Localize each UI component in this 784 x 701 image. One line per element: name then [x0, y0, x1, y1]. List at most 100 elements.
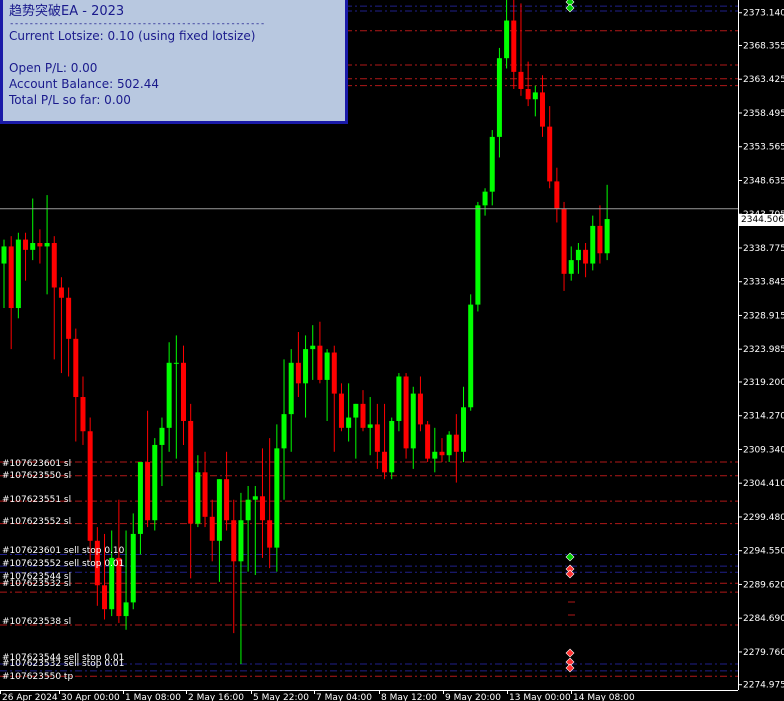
price-tick-label: 2328.915 — [743, 311, 784, 321]
price-tick-label: 2294.550 — [743, 547, 784, 557]
candle-body — [475, 205, 481, 305]
candle-body — [303, 349, 309, 384]
price-tick-label: 2338.775 — [743, 244, 784, 254]
candle-body — [367, 424, 373, 428]
candle-body — [288, 362, 294, 415]
candle-body — [453, 434, 459, 452]
open-pl-text: Open P/L: 0.00 — [9, 61, 98, 75]
candle-body — [166, 362, 172, 428]
candle-body — [15, 239, 21, 309]
candle-body — [1, 246, 7, 264]
price-tick-label: 2274.975 — [743, 681, 784, 691]
candle-body — [518, 71, 524, 89]
candle-body — [446, 434, 452, 456]
candle-body — [360, 403, 366, 428]
candle-body — [30, 243, 36, 250]
candle-body — [525, 88, 531, 100]
candle-body — [482, 191, 488, 206]
price-tick-label: 2284.690 — [743, 614, 784, 624]
candle-body — [331, 352, 337, 394]
price-tick-label: 2323.985 — [743, 345, 784, 355]
total-pl-text: Total P/L so far: 0.00 — [9, 93, 131, 107]
candle-body — [504, 20, 510, 59]
price-tick-label: 2333.845 — [743, 278, 784, 288]
candle-body — [8, 246, 14, 309]
candle-body — [590, 225, 596, 264]
candle-body — [461, 407, 467, 452]
candle-body — [389, 420, 395, 473]
candle-body — [575, 249, 581, 261]
current-price-label: 2344.506 — [739, 214, 784, 226]
candle-body — [102, 585, 108, 610]
candle-body — [137, 462, 143, 534]
trade-arrow-icon — [565, 569, 575, 579]
price-tick-label: 2319.200 — [743, 378, 784, 388]
price-tick-label: 2373.140 — [743, 9, 784, 19]
candle-body — [37, 243, 43, 247]
candle-body — [583, 249, 589, 264]
candle-body — [532, 92, 538, 100]
candle-body — [159, 427, 165, 445]
candle-body — [245, 499, 251, 521]
candle-body — [496, 58, 502, 137]
candle-body — [209, 516, 215, 541]
candle-body — [540, 92, 545, 127]
panel-gap — [9, 44, 339, 60]
candle-body — [130, 533, 136, 603]
order-label: #107623551 sl — [2, 495, 71, 505]
order-label: #107623601 sl — [2, 459, 71, 469]
candle-body — [281, 414, 287, 449]
candle-body — [554, 181, 560, 209]
candle-body — [274, 448, 280, 548]
candle-body — [267, 520, 273, 548]
ea-title: 趋势突破EA - 2023 — [9, 4, 125, 19]
candle-body — [346, 417, 352, 428]
price-tick-label: 2358.495 — [743, 109, 784, 119]
candle-body — [80, 397, 86, 432]
time-tick-label: 26 Apr 2024 — [2, 693, 58, 701]
candle-body — [73, 338, 79, 398]
candle-body — [396, 376, 402, 421]
candle-body — [468, 304, 474, 408]
order-label: #107623550 tp — [2, 672, 73, 682]
trade-arrow-icon — [565, 648, 575, 658]
candle-body — [259, 496, 265, 521]
candle-body — [173, 362, 179, 364]
candle-body — [511, 20, 517, 72]
order-label: #107623532 sl — [2, 579, 71, 589]
price-tick-label: 2353.565 — [743, 143, 784, 153]
candle-body — [410, 393, 416, 449]
order-label: #107623552 sl — [2, 517, 71, 527]
price-tick-label: 2299.480 — [743, 513, 784, 523]
candle-body — [195, 472, 201, 524]
price-tick-label: 2304.410 — [743, 479, 784, 489]
candle-body — [597, 225, 603, 254]
candle-body — [252, 496, 258, 500]
candle-body — [432, 451, 438, 459]
candle-body — [44, 243, 50, 247]
ea-info-panel: 趋势突破EA - 2023 --------------------------… — [0, 0, 348, 124]
candle-body — [202, 472, 208, 517]
candle-body — [231, 520, 237, 562]
time-tick-label: 9 May 20:00 — [445, 693, 501, 701]
candle-body — [87, 431, 93, 541]
candle-body — [489, 136, 495, 192]
order-label: #107623532 sell stop 0.01 — [2, 659, 124, 669]
candle-body — [439, 451, 445, 456]
time-tick-label: 13 May 00:00 — [509, 693, 571, 701]
time-tick-label: 14 May 08:00 — [573, 693, 635, 701]
time-tick-label: 2 May 16:00 — [188, 693, 244, 701]
panel-separator: ----------------------------------------… — [9, 20, 265, 28]
candle-body — [224, 479, 230, 521]
time-tick-label: 30 Apr 00:00 — [61, 693, 120, 701]
time-tick-label: 1 May 08:00 — [125, 693, 181, 701]
price-tick-label: 2368.355 — [743, 41, 784, 51]
price-tick-label: 2363.425 — [743, 75, 784, 85]
candle-body — [310, 345, 316, 350]
candle-body — [324, 352, 330, 380]
candle-body — [152, 444, 158, 521]
candle-body — [181, 362, 186, 421]
price-tick-label: 2314.270 — [743, 412, 784, 422]
time-tick-label: 5 May 22:00 — [253, 693, 309, 701]
candle-body — [547, 126, 553, 182]
